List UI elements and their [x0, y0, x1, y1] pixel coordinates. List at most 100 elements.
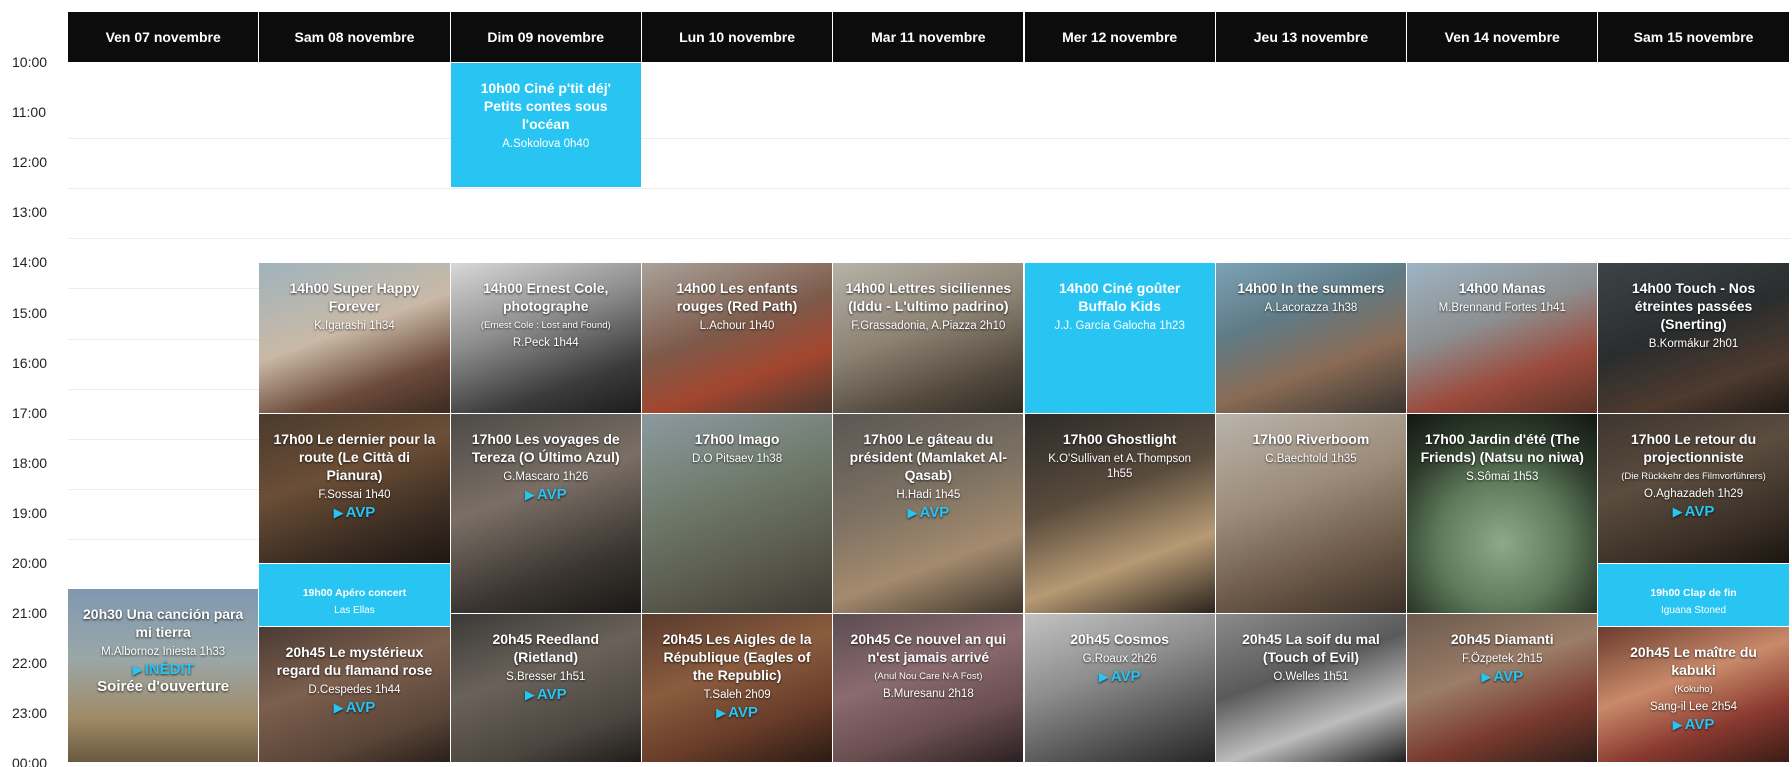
event-card[interactable]: 14h00 Les enfants rouges (Red Path) L.Ach…	[641, 263, 833, 413]
event-card[interactable]: 17h00 Le retour du projectionniste (Die R…	[1598, 413, 1789, 563]
event-content: 17h00 Ghostlight K.O'Sullivan et A.Thomps…	[1035, 414, 1205, 482]
play-icon: ▶	[132, 662, 143, 678]
event-card[interactable]: 17h00 Les voyages de Tereza (O Último Az…	[450, 413, 641, 614]
event-extra: Soirée d'ouverture	[97, 678, 230, 696]
event-content: 20h45 Les Aigles de la République (Eagle…	[652, 614, 822, 721]
play-icon: ▶	[716, 705, 727, 721]
event-card[interactable]: 14h00 Ciné goûter Buffalo Kids J.J. Garcí…	[1024, 263, 1215, 413]
event-badge-label: INÉDIT	[144, 661, 194, 679]
day-header-mar11: Mar 11 novembre	[833, 12, 1024, 62]
event-card[interactable]: 14h00 Manas M.Brennand Fortes 1h41	[1407, 263, 1598, 413]
event-original-title: (Kokuho)	[1674, 683, 1713, 695]
day-header-ven14: Ven 14 novembre	[1407, 12, 1598, 62]
event-badge: ▶ AVP	[907, 504, 949, 521]
event-credit: C.Baechtold 1h35	[1265, 452, 1357, 465]
play-icon: ▶	[907, 504, 918, 520]
play-icon: ▶	[1672, 716, 1683, 732]
day-header-dim09: Dim 09 novembre	[450, 12, 641, 62]
event-badge-label: AVP	[1493, 668, 1524, 686]
event-card[interactable]: 14h00 Super Happy Forever K.Igarashi 1h34	[259, 263, 450, 413]
time-label: 21:00	[12, 605, 48, 622]
event-card[interactable]: 14h00 In the summers A.Lacorazza 1h38	[1215, 263, 1407, 413]
day-header-jeu13: Jeu 13 novembre	[1215, 12, 1407, 62]
event-card[interactable]: 17h00 Ghostlight K.O'Sullivan et A.Thomps…	[1024, 413, 1215, 614]
event-credit: F.Grassadonia, A.Piazza 2h10	[851, 320, 1006, 333]
event-content: 17h00 Le gâteau du président (Mamlaket A…	[843, 414, 1013, 521]
event-original-title: (Die Rückkehr des Filmvorführers)	[1621, 470, 1766, 482]
event-content: 20h45 Ce nouvel an qui n'est jamais arri…	[843, 614, 1013, 702]
event-content: 19h00 Apéro concert Las Ellas	[269, 564, 439, 618]
event-credit: L.Achour 1h40	[699, 320, 775, 333]
event-title: 14h00 Touch - Nos étreintes passées (Sne…	[1631, 280, 1756, 333]
event-content: 20h45 Cosmos G.Roaux 2h26 ▶ AVP	[1035, 614, 1205, 685]
time-label: 22:00	[12, 655, 48, 672]
hour-gridline	[68, 138, 1790, 140]
time-label: 15:00	[12, 304, 48, 321]
event-title: 17h00 Imago	[694, 430, 780, 447]
event-title: 19h00 Apéro concert	[302, 587, 407, 599]
event-card[interactable]: 20h45 Les Aigles de la République (Eagle…	[641, 614, 833, 762]
event-card[interactable]: 17h00 Imago D.O Pitsaev 1h38	[641, 413, 833, 614]
time-label: 16:00	[12, 354, 48, 371]
event-credit: Iguana Stoned	[1661, 605, 1727, 616]
event-card[interactable]: 20h45 La soif du mal (Touch of Evil) O.We…	[1215, 614, 1407, 762]
event-badge-label: AVP	[1110, 668, 1141, 686]
event-badge-label: AVP	[1684, 502, 1715, 520]
event-card[interactable]: 20h45 Diamanti F.Özpetek 2h15 ▶ AVP	[1407, 614, 1598, 762]
event-credit: M.Brennand Fortes 1h41	[1438, 302, 1566, 315]
event-card[interactable]: 10h00 Ciné p'tit déj' Petits contes sous…	[450, 63, 641, 188]
event-content: 10h00 Ciné p'tit déj' Petits contes sous…	[461, 63, 631, 152]
hour-gridline	[68, 188, 1790, 190]
event-badge: ▶ AVP	[525, 686, 567, 703]
event-original-title: (Anul Nou Care N-A Fost)	[874, 671, 983, 683]
play-icon: ▶	[1672, 503, 1683, 519]
event-credit: G.Mascaro 1h26	[503, 470, 589, 483]
play-icon: ▶	[333, 699, 344, 715]
event-content: 20h45 Diamanti F.Özpetek 2h15 ▶ AVP	[1417, 614, 1587, 685]
event-content: 14h00 Touch - Nos étreintes passées (Sne…	[1608, 263, 1778, 352]
play-icon: ▶	[524, 486, 535, 502]
event-card[interactable]: 14h00 Touch - Nos étreintes passées (Sne…	[1598, 263, 1789, 413]
event-badge-label: AVP	[1684, 715, 1715, 733]
event-card[interactable]: 20h30 Una canción para mi tierra M.Alborn…	[68, 589, 259, 762]
event-card[interactable]: 20h45 Cosmos G.Roaux 2h26 ▶ AVP	[1024, 614, 1215, 762]
event-card[interactable]: 20h45 Ce nouvel an qui n'est jamais arri…	[833, 614, 1024, 762]
time-label: 17:00	[12, 404, 48, 421]
time-label: 00:00	[12, 755, 48, 767]
event-title: 14h00 Lettres siciliennes (Iddu - L'ulti…	[845, 280, 1012, 315]
event-badge: ▶ AVP	[1673, 503, 1715, 520]
event-title: 20h45 Le mystérieux regard du flamand ro…	[276, 643, 433, 678]
event-title: 17h00 Ghostlight	[1062, 430, 1177, 447]
event-credit: A.Lacorazza 1h38	[1264, 302, 1358, 315]
event-card[interactable]: 19h00 Apéro concert Las Ellas	[259, 564, 450, 626]
event-title: 17h00 Le dernier pour la route (Le Città…	[273, 430, 436, 483]
time-label: 18:00	[12, 454, 48, 471]
event-card[interactable]: 17h00 Jardin d'été (The Friends) (Natsu …	[1407, 413, 1598, 614]
event-title: 17h00 Riverboom	[1252, 430, 1370, 447]
event-original-title: (Ernest Cole : Lost and Found)	[480, 320, 611, 332]
event-card[interactable]: 17h00 Le dernier pour la route (Le Città…	[259, 413, 450, 563]
day-header-lun10: Lun 10 novembre	[641, 12, 833, 62]
event-card[interactable]: 20h45 Reedland (Rietland) S.Bresser 1h51 ▶…	[450, 614, 641, 762]
day-header-sam08: Sam 08 novembre	[259, 12, 450, 62]
event-card[interactable]: 19h00 Clap de fin Iguana Stoned	[1598, 564, 1789, 626]
event-credit: O.Welles 1h51	[1273, 671, 1349, 684]
event-title: 14h00 In the summers	[1237, 280, 1385, 297]
event-card[interactable]: 20h45 Le mystérieux regard du flamand ro…	[259, 626, 450, 762]
event-card[interactable]: 17h00 Riverboom C.Baechtold 1h35	[1215, 413, 1407, 614]
event-credit: O.Aghazadeh 1h29	[1643, 487, 1744, 500]
event-badge-label: AVP	[728, 704, 758, 722]
event-card[interactable]: 17h00 Le gâteau du président (Mamlaket A…	[833, 413, 1024, 614]
event-card[interactable]: 20h45 Le maître du kabuki (Kokuho) Sang-il…	[1598, 626, 1789, 762]
event-badge: ▶ AVP	[334, 699, 376, 716]
event-badge-label: AVP	[345, 698, 376, 716]
event-title: 14h00 Ciné goûter Buffalo Kids	[1058, 280, 1181, 315]
time-label: 23:00	[12, 705, 48, 722]
time-label: 14:00	[12, 254, 48, 271]
time-label: 11:00	[12, 104, 46, 121]
time-label: 13:00	[12, 204, 48, 221]
event-card[interactable]: 14h00 Ernest Cole, photographe (Ernest Co…	[450, 263, 641, 413]
event-card[interactable]: 14h00 Lettres siciliennes (Iddu - L'ulti…	[833, 263, 1024, 413]
event-title: 17h00 Le retour du projectionniste	[1630, 430, 1757, 465]
event-title: 17h00 Le gâteau du président (Mamlaket A…	[849, 430, 1008, 483]
